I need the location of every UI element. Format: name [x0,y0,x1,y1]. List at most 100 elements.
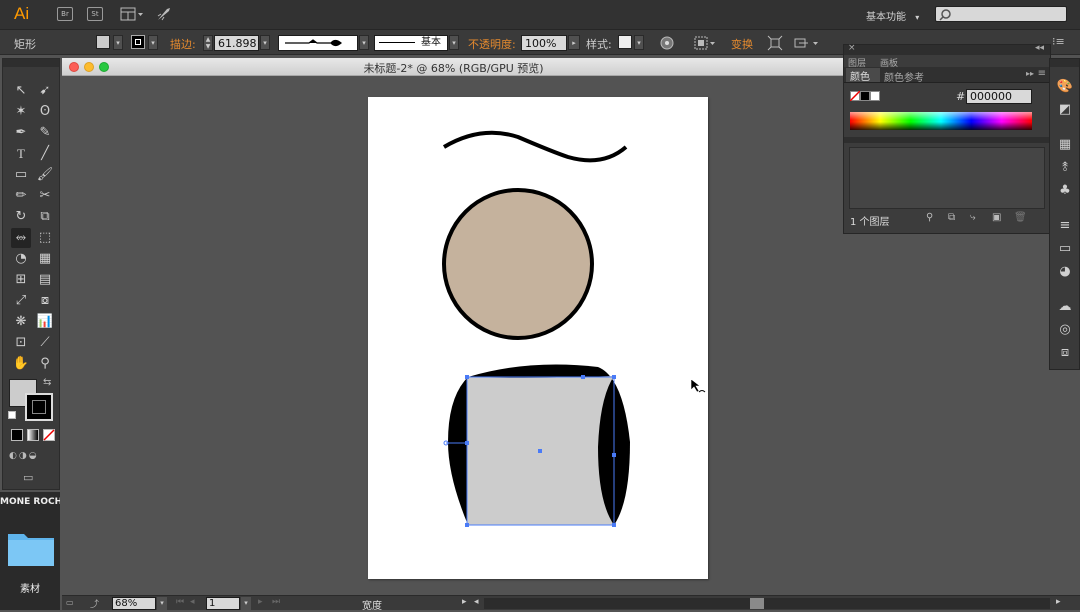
gradient-mode-icon[interactable] [27,429,39,441]
graphic-styles-icon[interactable]: ⧈ [1055,343,1075,363]
style-dropdown[interactable]: ▾ [634,35,644,50]
pencil-tool-icon[interactable]: ✏ [11,186,31,206]
color-mode-icon[interactable] [11,429,23,441]
brush-dropdown[interactable]: ▾ [449,35,459,50]
color-guide-icon[interactable]: ◩ [1055,100,1075,120]
previous-artboard-icon[interactable]: ◂ [190,597,195,607]
new-layer-icon[interactable]: ▣ [992,212,1001,223]
stroke-dropdown[interactable]: ▾ [148,35,158,50]
swatches-icon[interactable]: ▦ [1055,135,1075,155]
drawing-modes-icon[interactable]: ◐◑◒ [9,451,57,465]
color-tab[interactable]: 颜色 [846,68,880,83]
arrange-documents-button[interactable] [120,7,144,21]
next-artboard-icon[interactable]: ▸ [258,597,263,607]
stroke-stepper[interactable]: ▲ ▼ [203,35,213,51]
white-swatch[interactable] [870,91,880,101]
artboard-dropdown[interactable]: ▾ [241,597,251,610]
transparency-icon[interactable]: ◕ [1055,262,1075,282]
stroke-color-box[interactable] [25,393,53,421]
symbols-icon[interactable]: ♣ [1055,181,1075,201]
help-search-input[interactable] [935,6,1067,22]
scissors-tool-icon[interactable]: ✂ [35,186,55,206]
paintbrush-tool-icon[interactable]: 🖌 [35,165,55,185]
zoom-tool-icon[interactable]: ⚲ [35,354,55,374]
panel-options-button[interactable] [794,35,820,51]
line-segment-tool-icon[interactable]: ╱ [35,144,55,164]
color-palette-icon[interactable]: 🎨 [1055,77,1075,97]
stroke-weight-dropdown[interactable]: ▾ [260,35,270,50]
folder-label[interactable]: 素材 [0,580,60,595]
lasso-tool-icon[interactable]: ʘ [35,102,55,122]
opacity-input[interactable]: 100% [521,35,567,51]
stroke-weight-input[interactable]: 61.898 [214,35,259,51]
column-graph-tool-icon[interactable]: 📊 [35,312,55,332]
recolor-button[interactable] [660,36,674,50]
make-clipping-mask-icon[interactable]: ⧉ [948,212,955,223]
screen-mode-icon[interactable]: ▭ [23,471,41,485]
magic-wand-tool-icon[interactable]: ✶ [11,102,31,122]
perspective-grid-tool-icon[interactable]: ▦ [35,249,55,269]
artboard-number-input[interactable]: 1 [206,597,240,610]
appearance-icon[interactable]: ◎ [1055,320,1075,340]
artboard-tool-icon[interactable]: ⊡ [11,333,31,353]
creative-cloud-libraries-icon[interactable]: ☁ [1055,297,1075,317]
new-sublayer-icon[interactable]: ⤷ [970,212,976,223]
locate-object-icon[interactable]: ⚲ [926,212,933,223]
isolate-button[interactable] [767,35,783,51]
eyedropper-tool-icon[interactable]: ⤢ [11,291,31,311]
artboard[interactable] [368,97,708,579]
slice-tool-icon[interactable]: ⟋ [35,333,55,353]
rectangle-tool-icon[interactable]: ▭ [11,165,31,185]
panel-expand-icon[interactable]: ▸▸ [1026,69,1034,78]
pen-tool-icon[interactable]: ✒ [11,123,31,143]
black-swatch[interactable] [860,91,870,101]
default-colors-icon[interactable] [8,411,16,419]
delete-layer-icon[interactable]: 🗑 [1014,212,1027,223]
fill-swatch[interactable] [96,35,110,49]
opacity-dropdown[interactable]: ▸ [568,35,580,50]
first-artboard-icon[interactable]: ⏮ [176,597,184,607]
scroll-right-arrow[interactable]: ▸ [1056,597,1061,607]
shape-builder-tool-icon[interactable]: ◔ [11,249,31,269]
gradient-panel-icon[interactable]: ▭ [1055,239,1075,259]
bridge-button[interactable]: Br [57,7,73,21]
gpu-icon[interactable]: ▭ [66,598,82,608]
gradient-tool-icon[interactable]: ▤ [35,270,55,290]
profile-dropdown[interactable]: ▾ [359,35,369,50]
brushes-icon[interactable]: ⥉ [1055,158,1075,178]
brush-definition[interactable]: 基本 [374,35,448,51]
scroll-left-arrow[interactable]: ◂ [474,597,479,607]
graphic-style-swatch[interactable] [618,35,632,49]
last-artboard-icon[interactable]: ⏭ [272,597,280,607]
transform-link[interactable]: 变换 [731,36,753,52]
stroke-label[interactable]: 描边: [170,36,196,52]
mesh-tool-icon[interactable]: ⊞ [11,270,31,290]
curvature-tool-icon[interactable]: ✎ [35,123,55,143]
fill-dropdown[interactable]: ▾ [113,35,123,50]
opacity-label[interactable]: 不透明度: [468,36,516,52]
color-spectrum-bar[interactable] [850,112,1032,130]
direct-selection-tool-icon[interactable]: ➹ [35,81,55,101]
status-menu-arrow[interactable]: ▸ [462,597,467,607]
none-swatch[interactable] [850,91,860,101]
panel-collapse-icon[interactable]: ◂◂ [1035,43,1044,53]
zoom-dropdown[interactable]: ▾ [157,597,167,610]
control-bar-menu-icon[interactable]: ⁝≡ [1052,35,1065,48]
variable-width-profile[interactable] [278,35,358,51]
stroke-swatch[interactable] [131,35,145,49]
panel-close-icon[interactable]: × [848,43,856,53]
horizontal-scrollbar-thumb[interactable] [750,598,764,609]
type-tool-icon[interactable]: T [11,144,31,164]
rotate-tool-icon[interactable]: ↻ [11,207,31,227]
share-icon[interactable]: ⤴ [90,597,99,610]
stroke-panel-icon[interactable]: ≡ [1055,216,1075,236]
hand-tool-icon[interactable]: ✋ [11,354,31,374]
stock-button[interactable]: St [87,7,103,21]
horizontal-scrollbar-track[interactable] [484,598,1050,609]
selection-tool-icon[interactable]: ↖ [11,81,31,101]
swap-fill-stroke-icon[interactable]: ⇆ [43,377,51,388]
width-tool-icon[interactable]: ⥈ [11,228,31,248]
layers-list[interactable] [849,147,1045,209]
align-button[interactable] [694,36,718,50]
gpu-performance-button[interactable] [156,6,172,22]
